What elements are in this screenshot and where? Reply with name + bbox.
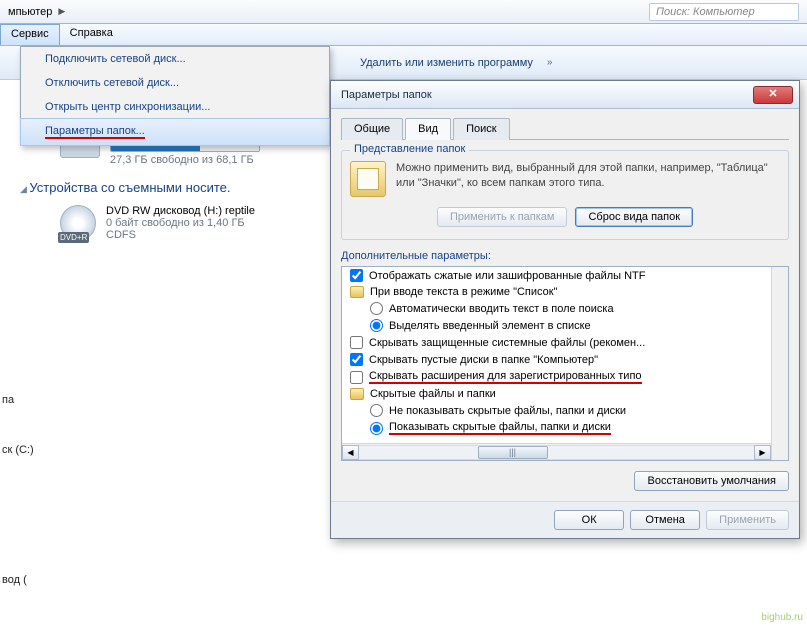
menu-item-folder-options[interactable]: Параметры папок... (20, 118, 330, 146)
group-legend: Представление папок (350, 143, 469, 155)
folder-icon (350, 161, 386, 197)
folder-icon (350, 388, 364, 400)
chevron-right-icon[interactable]: ▶ (58, 6, 65, 17)
tab-general[interactable]: Общие (341, 118, 403, 140)
drive-free-text: 27,3 ГБ свободно из 68,1 ГБ (110, 154, 260, 166)
apply-button[interactable]: Применить (706, 510, 789, 530)
menu-item-disconnect-drive[interactable]: Отключить сетевой диск... (21, 71, 329, 95)
chk-compressed[interactable] (350, 269, 363, 282)
scroll-thumb[interactable]: ||| (478, 446, 548, 459)
search-input[interactable]: Поиск: Компьютер (649, 3, 799, 21)
group-description: Можно применить вид, выбранный для этой … (396, 161, 780, 197)
dialog-title: Параметры папок (341, 89, 753, 101)
radio-dont-show-hidden[interactable] (370, 404, 383, 417)
tab-view[interactable]: Вид (405, 118, 451, 140)
folder-views-group: Представление папок Можно применить вид,… (341, 150, 789, 240)
vertical-scrollbar[interactable] (771, 267, 788, 460)
advanced-settings-tree[interactable]: Отображать сжатые или зашифрованные файл… (341, 266, 789, 461)
nav-pane-fragment: па ск (С:) вод ( (0, 390, 40, 590)
menu-bar: Сервис Справка (0, 24, 807, 46)
advanced-label: Дополнительные параметры: (341, 250, 789, 262)
chk-hide-empty-drives[interactable] (350, 353, 363, 366)
cmd-uninstall[interactable]: Удалить или изменить программу (360, 57, 533, 69)
drive-fs: CDFS (106, 229, 255, 241)
folder-options-dialog: Параметры папок ✕ Общие Вид Поиск Предст… (330, 80, 800, 539)
chk-hide-extensions[interactable] (350, 371, 363, 384)
drive-title: DVD RW дисковод (H:) reptile (106, 205, 255, 217)
menu-service[interactable]: Сервис (0, 24, 60, 45)
dialog-titlebar[interactable]: Параметры папок ✕ (331, 81, 799, 109)
tab-search[interactable]: Поиск (453, 118, 509, 140)
radio-select-typed[interactable] (370, 319, 383, 332)
close-button[interactable]: ✕ (753, 86, 793, 104)
section-removable[interactable]: Устройства со съемными носите. (20, 180, 330, 195)
radio-show-hidden[interactable] (370, 422, 383, 435)
drive-item[interactable]: DVD+R DVD RW дисковод (H:) reptile 0 бай… (60, 205, 330, 241)
breadcrumb[interactable]: мпьютер (8, 6, 52, 18)
watermark: bighub.ru (761, 612, 803, 623)
radio-auto-search[interactable] (370, 302, 383, 315)
folder-icon (350, 286, 364, 298)
ok-button[interactable]: ОК (554, 510, 624, 530)
dvd-icon: DVD+R (60, 205, 96, 241)
chevron-more-icon[interactable]: » (547, 57, 553, 68)
horizontal-scrollbar[interactable]: ◀ ||| ▶ (342, 443, 771, 460)
drive-free-text: 0 байт свободно из 1,40 ГБ (106, 217, 255, 229)
apply-to-folders-button[interactable]: Применить к папкам (437, 207, 568, 227)
restore-defaults-button[interactable]: Восстановить умолчания (634, 471, 789, 491)
menu-help[interactable]: Справка (60, 24, 123, 45)
chk-hide-protected[interactable] (350, 336, 363, 349)
service-dropdown: Подключить сетевой диск... Отключить сет… (20, 46, 330, 146)
address-bar: мпьютер ▶ Поиск: Компьютер (0, 0, 807, 24)
dialog-footer: ОК Отмена Применить (331, 501, 799, 538)
scroll-right-icon[interactable]: ▶ (754, 445, 771, 460)
scroll-left-icon[interactable]: ◀ (342, 445, 359, 460)
reset-folders-button[interactable]: Сброс вида папок (575, 207, 693, 227)
menu-item-sync-center[interactable]: Открыть центр синхронизации... (21, 95, 329, 119)
cancel-button[interactable]: Отмена (630, 510, 700, 530)
menu-item-connect-drive[interactable]: Подключить сетевой диск... (21, 47, 329, 71)
tab-strip: Общие Вид Поиск (341, 117, 789, 140)
